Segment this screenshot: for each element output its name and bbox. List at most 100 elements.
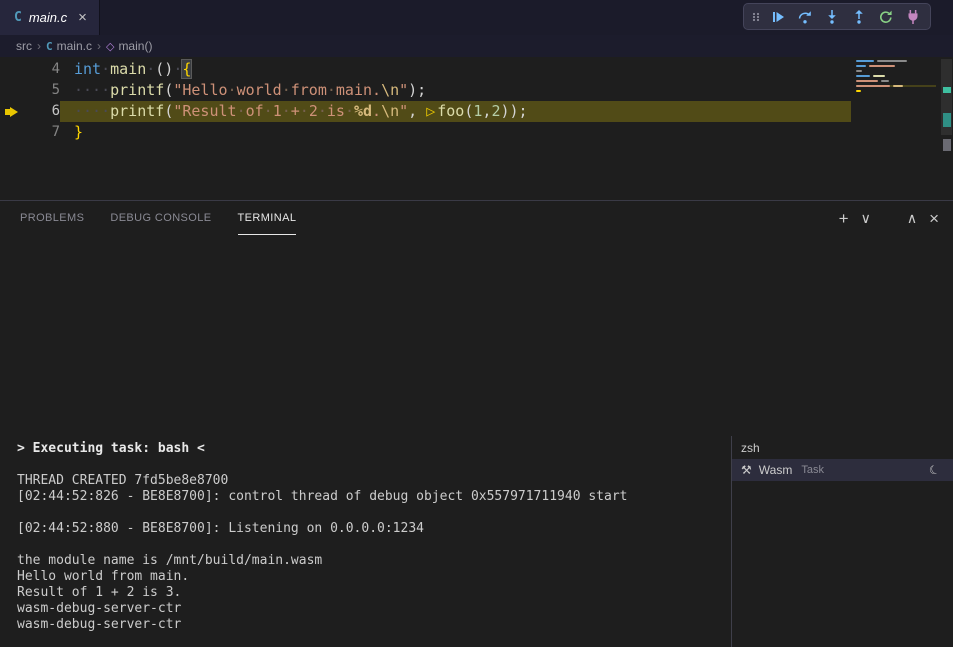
code-token: . [372,102,381,120]
minimap-line [856,60,936,62]
code-token: main. [336,81,381,99]
code-token: ( [164,102,173,120]
tab-title: main.c [29,10,67,25]
code-token: printf [110,102,164,120]
tools-icon: ⚒ [741,463,752,477]
code-token: { [182,60,191,78]
code-token: , [408,102,426,120]
code-token: · [345,102,354,120]
terminal-output[interactable]: > Executing task: bash < THREAD CREATED … [0,436,731,647]
code-token: · [282,81,291,99]
code-token: ( [164,81,173,99]
terminal-dropdown-button[interactable]: ∨ [861,211,871,225]
disconnect-button[interactable] [901,5,925,28]
close-panel-button[interactable]: × [929,210,939,227]
code-text: ····printf("Hello·world·from·main.\n"); [60,80,426,101]
code-line[interactable]: 7} [0,122,953,143]
minimap-line [856,75,936,77]
drag-handle-icon[interactable] [749,9,763,25]
code-token: ▷ [426,102,435,120]
terminal-line: [02:44:52:880 - BE8E8700]: Listening on … [17,521,731,537]
breadcrumb: src›Cmain.c›◇main() [0,35,953,57]
panel-tab-debug-console[interactable]: DEBUG CONSOLE [110,201,211,235]
overview-ruler-mark [943,113,951,127]
code-token: of [246,102,264,120]
line-number: 7 [22,122,60,143]
minimap-line [856,65,936,67]
code-line[interactable]: 4int·main·()·{ [0,59,953,80]
glyph-margin [0,59,22,80]
minimap-line [856,85,936,87]
code-token: world [237,81,282,99]
code-line[interactable]: 6····printf("Result·of·1·+·2·is·%d.\n", … [0,101,953,122]
tab-close-icon[interactable]: × [78,9,87,26]
step-into-button[interactable] [820,5,844,28]
line-number: 5 [22,80,60,101]
overview-ruler-mark [943,87,951,93]
breadcrumb-label: main() [118,39,152,53]
code-token: main [110,60,146,78]
code-text: } [60,122,83,143]
panel-tab-terminal[interactable]: TERMINAL [238,201,297,235]
code-token: · [101,60,110,78]
glyph-margin [0,122,22,143]
glyph-margin [0,101,22,122]
code-token: foo [437,102,464,120]
new-terminal-button[interactable]: + [839,210,849,227]
code-line[interactable]: 5····printf("Hello·world·from·main.\n"); [0,80,953,101]
terminal-line: [02:44:52:826 - BE8E8700]: control threa… [17,489,731,505]
code-token: · [264,102,273,120]
terminal-line [17,505,731,521]
restart-icon [878,9,894,25]
code-token: " [399,81,408,99]
code-token: "Hello [173,81,227,99]
minimap[interactable] [852,57,940,149]
step-over-icon [797,9,813,25]
line-number: 6 [22,101,60,122]
terminal-line: wasm-debug-server-ctr [17,601,731,617]
tab-main-c[interactable]: C main.c × [0,0,100,35]
code-token: · [327,81,336,99]
terminal-sidebar: >zsh⚒WasmTask☾ [731,436,953,647]
code-token: %d [354,102,372,120]
maximize-panel-button[interactable]: ∧ [907,211,917,225]
code-token: int [74,60,101,78]
spinner-icon: ☾ [927,462,942,479]
code-token: · [282,102,291,120]
continue-icon [770,9,786,25]
code-text: ····printf("Result·of·1·+·2·is·%d.\n", ▷… [60,101,851,122]
step-out-button[interactable] [847,5,871,28]
c-file-icon: C [46,40,53,53]
step-over-button[interactable] [793,5,817,28]
restart-button[interactable] [874,5,898,28]
code-token: is [327,102,345,120]
line-number: 4 [22,59,60,80]
terminal-list-item-wasm[interactable]: ⚒WasmTask☾ [732,459,953,481]
minimap-line [856,80,936,82]
code-token: 2 [309,102,318,120]
breadcrumb-item-mainc[interactable]: Cmain.c [46,39,92,53]
debug-toolbar [743,3,931,30]
terminal-line: wasm-debug-server-ctr [17,617,731,633]
editor[interactable]: 4int·main·()·{5····printf("Hello·world·f… [0,57,953,200]
code-token: ···· [74,81,110,99]
terminal-item-label: Wasm [759,463,793,477]
code-text: int·main·()·{ [60,59,191,80]
breadcrumb-item-main[interactable]: ◇ main() [106,39,152,53]
glyph-margin [0,80,22,101]
breadcrumb-item-src[interactable]: src [16,39,32,53]
terminal-list-item-zsh[interactable]: >zsh [732,437,953,459]
code-token: printf [110,81,164,99]
bottom-panel: PROBLEMS DEBUG CONSOLE TERMINAL + ∨ ∧ × > … [0,200,953,647]
editor-scrollbar[interactable] [940,57,953,200]
terminal-line [17,537,731,553]
continue-button[interactable] [766,5,790,28]
code-token: + [291,102,300,120]
tab-bar: C main.c × [0,0,953,35]
symbol-method-icon: ◇ [106,40,114,53]
step-into-icon [824,9,840,25]
code-token: ); [408,81,426,99]
terminal-line: Hello world from main. [17,569,731,585]
panel-tab-problems[interactable]: PROBLEMS [20,201,84,235]
code-token: () [155,60,173,78]
